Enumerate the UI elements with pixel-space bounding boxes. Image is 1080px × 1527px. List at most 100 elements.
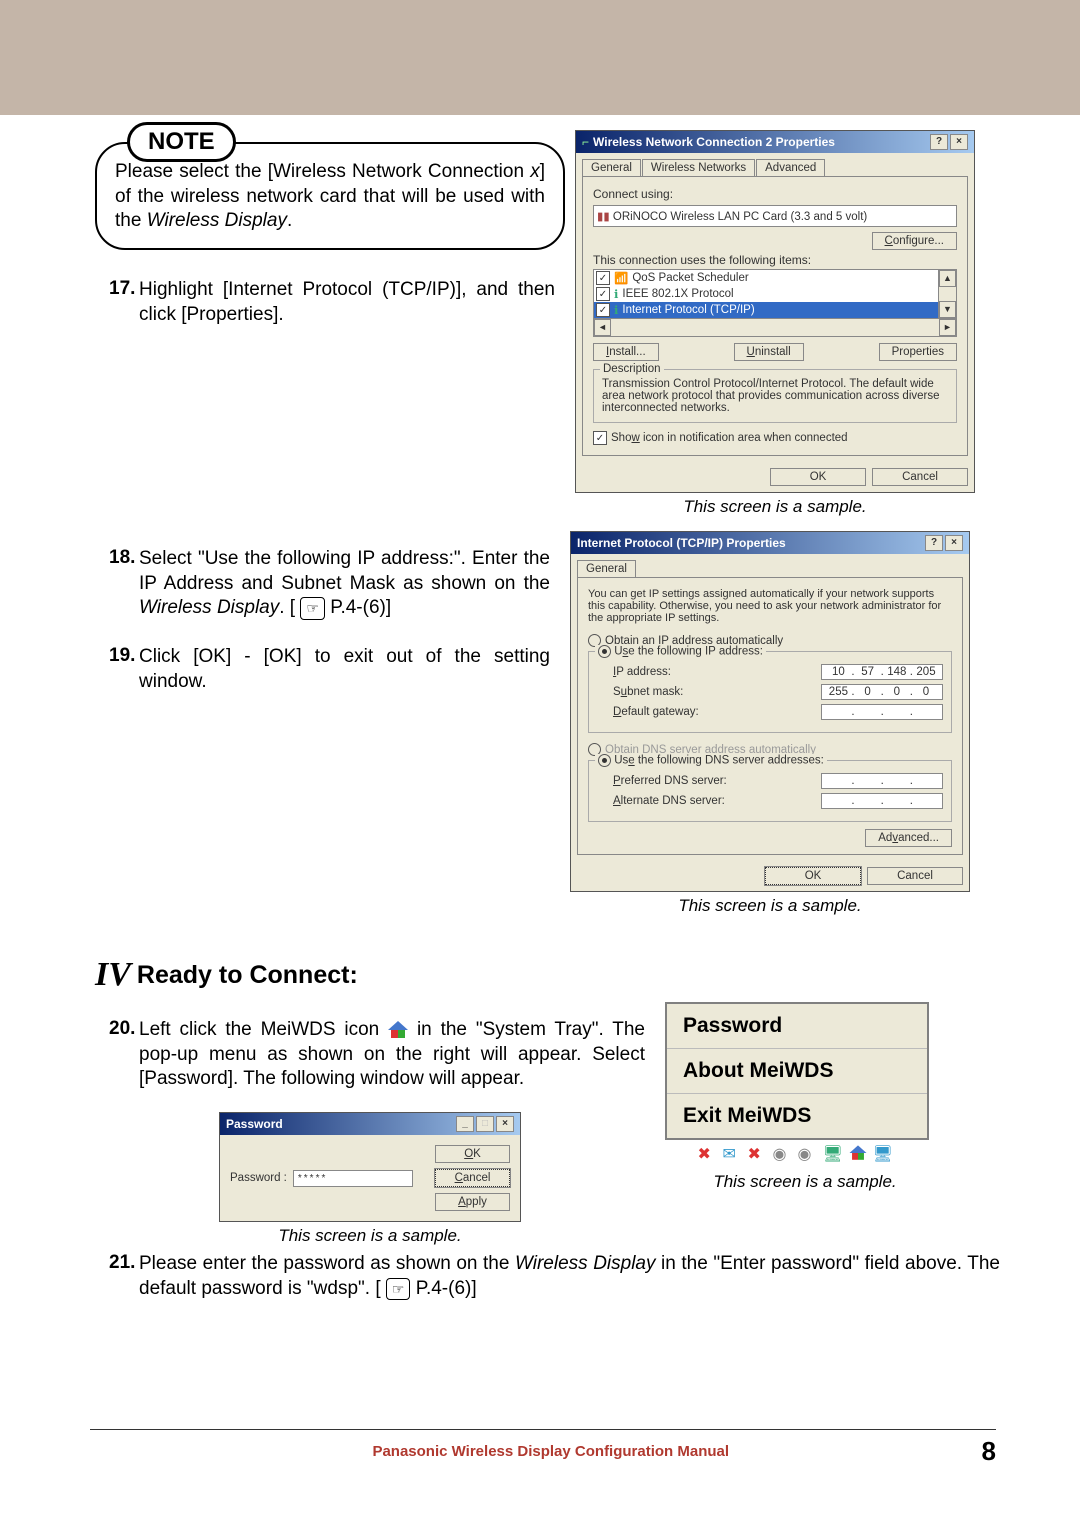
sample-label: This screen is a sample.	[570, 896, 970, 916]
scroll-up-icon[interactable]: ▲	[939, 270, 956, 287]
tray-icon[interactable]: ✖	[698, 1144, 720, 1164]
maximize-icon[interactable]: □	[476, 1116, 494, 1132]
dialog-titlebar: ⌐ Wireless Network Connection 2 Propertie…	[576, 131, 974, 153]
pwd-dialog-title: Password	[226, 1117, 283, 1131]
minimize-icon[interactable]: _	[456, 1116, 474, 1132]
dialog2-titlebar: Internet Protocol (TCP/IP) Properties ? …	[571, 532, 969, 554]
subnet-mask-input[interactable]: 255. 0. 0. 0	[821, 684, 943, 700]
tcpip-properties-dialog: Internet Protocol (TCP/IP) Properties ? …	[570, 531, 970, 892]
step20-num: 20.	[109, 1018, 139, 1092]
tab-advanced[interactable]: Advanced	[756, 159, 825, 176]
menu-exit[interactable]: Exit MeiWDS	[667, 1093, 927, 1138]
page-footer: Panasonic Wireless Display Configuration…	[90, 1429, 996, 1467]
configure-button[interactable]: Configure...	[872, 232, 957, 250]
section4-title: Ready to Connect:	[137, 961, 358, 990]
list-item-qos[interactable]: ✓📶QoS Packet Scheduler	[594, 270, 938, 286]
sample-label: This screen is a sample.	[95, 1226, 645, 1246]
section4-heading: IV Ready to Connect:	[95, 956, 1000, 994]
note-label: NOTE	[127, 122, 236, 162]
uninstall-button[interactable]: Uninstall	[734, 343, 804, 361]
password-dialog: Password _ □ × Password : *****	[219, 1112, 521, 1222]
note-text: Please select the [Wireless Network Conn…	[115, 160, 545, 234]
tab-general[interactable]: General	[582, 159, 641, 176]
scroll-right-icon[interactable]: ►	[939, 319, 956, 336]
cancel-button[interactable]: Cancel	[872, 468, 968, 486]
meiwds-icon	[388, 1021, 408, 1039]
meiwds-tray-icon[interactable]	[848, 1144, 870, 1164]
gateway-input[interactable]: ...	[821, 704, 943, 720]
pointer-icon: ☞	[300, 597, 325, 619]
step18-num: 18.	[109, 547, 139, 621]
list-item-tcpip[interactable]: ✓ℹInternet Protocol (TCP/IP)	[594, 302, 938, 318]
step19-text: Click [OK] - [OK] to exit out of the set…	[139, 645, 550, 694]
page-number: 8	[982, 1436, 996, 1467]
tab-wireless-networks[interactable]: Wireless Networks	[642, 159, 755, 176]
menu-about[interactable]: About MeiWDS	[667, 1048, 927, 1093]
ok-button[interactable]: OK	[435, 1145, 510, 1163]
ok-button[interactable]: OK	[765, 867, 861, 885]
dialog1-title: Wireless Network Connection 2 Properties	[593, 135, 835, 149]
menu-password[interactable]: Password	[667, 1004, 927, 1048]
description-text: Transmission Control Protocol/Internet P…	[602, 378, 948, 414]
alternate-dns-input[interactable]: ...	[821, 793, 943, 809]
tray-icon[interactable]: ◉	[798, 1144, 820, 1164]
pwd-label: Password :	[230, 1172, 287, 1184]
dns-group: Use the following DNS server addresses: …	[588, 760, 952, 822]
preferred-dns-input[interactable]: ...	[821, 773, 943, 789]
password-input[interactable]: *****	[293, 1170, 413, 1187]
tray-icon[interactable]: ✉	[723, 1144, 745, 1164]
show-icon-label: Show icon in notification area when conn…	[611, 432, 848, 444]
tray-icon[interactable]: 🖥	[873, 1144, 895, 1164]
cancel-button[interactable]: Cancel	[867, 867, 963, 885]
footer-title: Panasonic Wireless Display Configuration…	[120, 1443, 982, 1460]
ip-address-input[interactable]: 10. 57. 148. 205	[821, 664, 943, 680]
tab-general[interactable]: General	[577, 560, 636, 577]
meiwds-popup-menu: Password About MeiWDS Exit MeiWDS	[665, 1002, 929, 1140]
tray-icon[interactable]: ◉	[773, 1144, 795, 1164]
install-button[interactable]: Install...	[593, 343, 659, 361]
step21-num: 21.	[109, 1252, 139, 1301]
system-tray: ✖ ✉ ✖ ◉ ◉ 🖥 🖥	[665, 1142, 927, 1166]
step17-text: Highlight [Internet Protocol (TCP/IP)], …	[139, 278, 555, 327]
tray-icon[interactable]: 🖥	[823, 1144, 845, 1164]
tray-icon[interactable]: ✖	[748, 1144, 770, 1164]
step20-text: Left click the MeiWDS icon in the "Syste…	[139, 1018, 645, 1092]
adapter-field[interactable]: ▮▮ ORiNOCO Wireless LAN PC Card (3.3 and…	[593, 205, 957, 227]
help-icon[interactable]: ?	[925, 535, 943, 551]
scroll-down-icon[interactable]: ▼	[939, 301, 956, 318]
cancel-button[interactable]: Cancel	[435, 1169, 510, 1187]
sample-label: This screen is a sample.	[575, 497, 975, 517]
protocol-icon: ℹ	[614, 303, 618, 317]
step21-text: Please enter the password as shown on th…	[139, 1252, 1000, 1301]
network-properties-dialog: ⌐ Wireless Network Connection 2 Propertie…	[575, 130, 975, 493]
scheduler-icon: 📶	[614, 271, 628, 285]
description-group: Description Transmission Control Protoco…	[593, 369, 957, 423]
tcpip-intro: You can get IP settings assigned automat…	[588, 588, 952, 624]
apply-button[interactable]: Apply	[435, 1193, 510, 1211]
show-icon-checkbox[interactable]: ✓	[593, 431, 607, 445]
scroll-left-icon[interactable]: ◄	[594, 319, 611, 336]
pointer-icon: ☞	[386, 1278, 411, 1300]
close-icon[interactable]: ×	[496, 1116, 514, 1132]
help-icon[interactable]: ?	[930, 134, 948, 150]
network-icon: ⌐	[582, 135, 589, 149]
step18-text: Select "Use the following IP address:". …	[139, 547, 550, 621]
roman-numeral: IV	[95, 956, 131, 994]
close-icon[interactable]: ×	[945, 535, 963, 551]
properties-button[interactable]: Properties	[879, 343, 957, 361]
list-item-ieee[interactable]: ✓ℹIEEE 802.1X Protocol	[594, 286, 938, 302]
note-box: NOTE Please select the [Wireless Network…	[95, 142, 565, 250]
items-label: This connection uses the following items…	[593, 253, 957, 267]
radio-use-dns[interactable]	[598, 754, 611, 767]
ip-group: Use the following IP address: IP address…	[588, 651, 952, 733]
connect-using-label: Connect using:	[593, 187, 957, 201]
components-listbox[interactable]: ✓📶QoS Packet Scheduler ✓ℹIEEE 802.1X Pro…	[593, 269, 957, 337]
advanced-button[interactable]: Advanced...	[865, 829, 952, 847]
sample-label: This screen is a sample.	[665, 1172, 945, 1192]
dialog2-title: Internet Protocol (TCP/IP) Properties	[577, 536, 786, 550]
close-icon[interactable]: ×	[950, 134, 968, 150]
ok-button[interactable]: OK	[770, 468, 866, 486]
protocol-icon: ℹ	[614, 287, 618, 301]
radio-use-ip[interactable]	[598, 645, 611, 658]
step17-num: 17.	[109, 278, 139, 327]
